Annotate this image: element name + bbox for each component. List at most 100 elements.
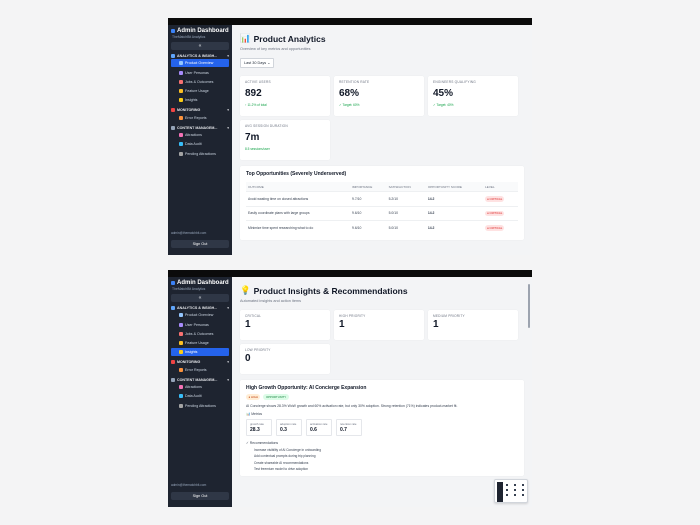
lightbulb-icon: [179, 350, 183, 355]
sidebar-item-data-audit[interactable]: Data Audit: [171, 392, 229, 400]
sidebar-item-product-overview[interactable]: Product Overview: [171, 311, 229, 319]
clock-icon: [179, 403, 183, 408]
sign-out-button[interactable]: Sign Out: [171, 240, 229, 248]
page-subtitle: Automated insights and action items: [240, 299, 301, 303]
metric-cards: ACTIVE USERS 892 ↑ 11.2% of total RETENT…: [240, 76, 524, 116]
opportunities-table: OUTCOME IMPORTANCE SATISFACTION OPPORTUN…: [246, 182, 518, 235]
sidebar-item-data-audit[interactable]: Data Audit: [171, 140, 229, 148]
metric-sub: ✓ Target: 60%: [339, 103, 360, 107]
section-label: CONTENT MANAGEM...: [177, 377, 218, 382]
cell-importance: 9.6/10: [350, 205, 387, 221]
cell-outcome: Avoid wasting time on closed attractions: [246, 191, 350, 207]
col-outcome: OUTCOME: [246, 182, 350, 192]
priority-badge: ● HIGH: [246, 394, 261, 400]
sidebar-item-pending-attractions[interactable]: Pending Attractions: [171, 402, 229, 410]
priority-value: 1: [433, 319, 439, 330]
attraction-icon: [179, 133, 183, 138]
chevron-down-icon: ⌄: [267, 61, 271, 65]
clock-icon: [179, 151, 183, 156]
section-content[interactable]: CONTENT MANAGEM... ▾: [171, 125, 229, 130]
collapse-sidebar-button[interactable]: «: [171, 42, 229, 50]
insight-panel: High Growth Opportunity: AI Concierge Ex…: [240, 380, 524, 476]
priority-card-high: HIGH PRIORITY 1: [334, 310, 424, 340]
insight-description: AI Concierge shows 28.3% WoW growth and …: [246, 404, 458, 408]
insight-badges: ● HIGH OPPORTUNITY: [246, 394, 518, 400]
browser-topbar: [168, 270, 532, 277]
section-monitoring[interactable]: MONITORING ▾: [171, 108, 229, 113]
audit-icon: [179, 142, 183, 147]
sign-out-button[interactable]: Sign Out: [171, 492, 229, 500]
collapse-icon: «: [198, 295, 202, 301]
priority-card-low: LOW PRIORITY 0: [240, 344, 330, 374]
metric-card-engineers: ENGINEERS QUALIFYING 45% ✓ Target: 40%: [428, 76, 518, 116]
cell-level: ● CRITICAL: [483, 220, 518, 235]
metric-label: AVG SESSION DURATION: [245, 124, 288, 128]
cell-satisfaction: 5.0/10: [386, 220, 426, 235]
sidebar-item-pending-attractions[interactable]: Pending Attractions: [171, 150, 229, 158]
table-row[interactable]: Avoid wasting time on closed attractions…: [246, 191, 518, 207]
chevron-down-icon: ▾: [227, 125, 229, 130]
cell-level: ● CRITICAL: [483, 191, 518, 207]
sidebar-item-feature-usage[interactable]: Feature Usage: [171, 339, 229, 347]
collapse-sidebar-button[interactable]: «: [171, 294, 229, 302]
main-content: 💡 Product Insights & Recommendations Aut…: [232, 277, 532, 507]
section-monitoring[interactable]: MONITORING ▾: [171, 360, 229, 365]
overview-icon: [179, 61, 183, 66]
priority-cards: CRITICAL 1 HIGH PRIORITY 1 MEDIUM PRIORI…: [240, 310, 524, 340]
sidebar-item-user-personas[interactable]: User Personas: [171, 69, 229, 77]
collapse-icon: «: [198, 43, 202, 49]
cell-opportunity: 14.2: [425, 220, 484, 235]
sidebar-item-insights[interactable]: Insights: [171, 348, 229, 357]
scrollbar-thumb[interactable]: [528, 284, 530, 328]
sidebar-item-user-personas[interactable]: User Personas: [171, 321, 229, 329]
thumbnail-dot: [514, 489, 516, 491]
section-content[interactable]: CONTENT MANAGEM... ▾: [171, 377, 229, 382]
cell-opportunity: 14.2: [425, 191, 484, 207]
table-row[interactable]: Minimize time spent researching what to …: [246, 220, 518, 235]
brand-title: Admin Dashboard: [177, 280, 229, 286]
page-title: 💡 Product Insights & Recommendations: [240, 285, 524, 296]
sidebar-item-jobs-outcomes[interactable]: Jobs & Outcomes: [171, 330, 229, 338]
thumbnail-dot: [522, 494, 524, 496]
sidebar-item-label: Jobs & Outcomes: [185, 331, 214, 336]
date-range-select[interactable]: Last 30 Days ⌄: [240, 57, 275, 68]
metric-label: ENGINEERS QUALIFYING: [433, 80, 476, 84]
sidebar-item-product-overview[interactable]: Product Overview: [171, 59, 229, 68]
opportunities-panel: Top Opportunities (Severely Underserved)…: [240, 166, 524, 240]
folder-icon: [171, 377, 175, 382]
brand-subtitle: TheMatchBit Analytics: [172, 35, 206, 39]
badge-label: CRITICAL: [489, 211, 503, 216]
thumbnail-preview[interactable]: [494, 479, 528, 503]
sidebar-item-attractions[interactable]: Attractions: [171, 131, 229, 139]
metric-value: 45%: [433, 88, 454, 99]
table-row[interactable]: Easily coordinate plans with large group…: [246, 205, 518, 221]
alert-icon: [179, 367, 183, 372]
monitor-icon: [171, 360, 175, 365]
section-analytics[interactable]: ANALYTICS & INSIGH... ▾: [171, 306, 229, 310]
dashboard-icon: [171, 29, 175, 33]
thumbnail-dot: [506, 484, 508, 486]
chart-icon: [171, 54, 175, 58]
sidebar-item-feature-usage[interactable]: Feature Usage: [171, 87, 229, 95]
sidebar-item-insights[interactable]: Insights: [171, 96, 229, 104]
cell-importance: 9.7/10: [350, 191, 387, 207]
sidebar-item-attractions[interactable]: Attractions: [171, 383, 229, 391]
priority-label: MEDIUM PRIORITY: [433, 314, 465, 318]
metric-sub: ✓ Target: 40%: [433, 103, 454, 107]
sidebar-item-label: Product Overview: [185, 313, 214, 318]
lightbulb-icon: [179, 98, 183, 103]
sidebar-item-error-reports[interactable]: Error Reports: [171, 366, 229, 374]
metric-adoption-rate: adoption rate 0.3: [276, 419, 302, 436]
critical-badge: ● CRITICAL: [485, 210, 505, 217]
sidebar-item-label: Insights: [185, 98, 198, 103]
sidebar-item-error-reports[interactable]: Error Reports: [171, 114, 229, 122]
recommendation-item: Add contextual prompts during trip plann…: [254, 454, 316, 458]
priority-card-medium: MEDIUM PRIORITY 1: [428, 310, 518, 340]
target-icon: [179, 331, 183, 336]
section-analytics[interactable]: ANALYTICS & INSIGH... ▾: [171, 54, 229, 58]
priority-label: CRITICAL: [245, 314, 262, 318]
cell-importance: 9.6/10: [350, 220, 387, 235]
insight-title: High Growth Opportunity: AI Concierge Ex…: [246, 385, 367, 391]
sidebar-item-jobs-outcomes[interactable]: Jobs & Outcomes: [171, 78, 229, 86]
col-satisfaction: SATISFACTION: [386, 182, 426, 192]
